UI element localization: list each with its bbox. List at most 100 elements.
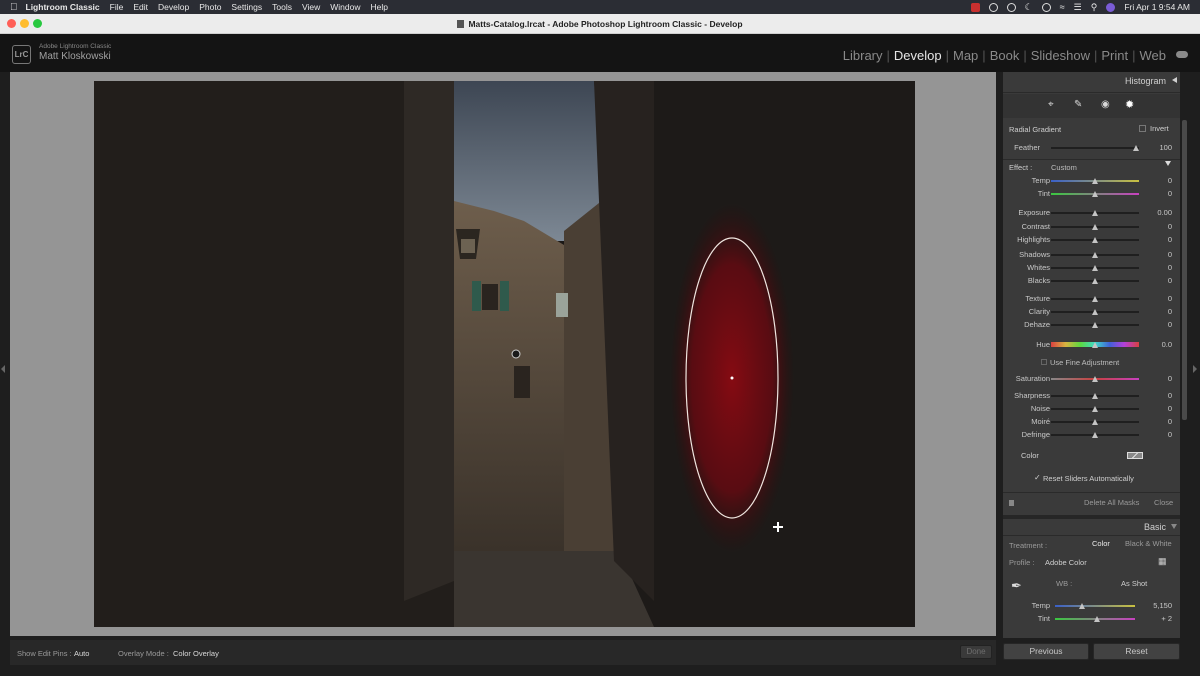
module-library[interactable]: Library (839, 48, 887, 63)
overlay-mode-select[interactable]: Color Overlay (173, 649, 219, 658)
profile-select[interactable]: Adobe Color (1045, 558, 1087, 567)
slider-thumb[interactable] (1092, 419, 1098, 425)
invert-checkbox[interactable] (1139, 125, 1146, 132)
slider-value[interactable]: 0 (1168, 176, 1172, 185)
creative-cloud-icon[interactable] (988, 2, 998, 12)
hue-value[interactable]: 0.0 (1162, 340, 1172, 349)
menu-window[interactable]: Window (330, 2, 360, 12)
close-mask-panel-button[interactable]: Close (1154, 498, 1173, 507)
cloud-sync-icon[interactable] (1176, 51, 1188, 58)
apple-icon[interactable]:  (10, 2, 18, 13)
slider-value[interactable]: 0 (1168, 276, 1172, 285)
left-panel-toggle-icon[interactable] (1, 365, 5, 373)
module-map[interactable]: Map (949, 48, 982, 63)
mask-toggle-icon[interactable] (1009, 500, 1014, 506)
basic-tint-value[interactable]: + 2 (1161, 614, 1172, 623)
feather-value[interactable]: 100 (1159, 143, 1172, 152)
slider-value[interactable]: 0 (1168, 235, 1172, 244)
control-center-icon[interactable]: ☰ (1074, 2, 1082, 13)
slider-thumb[interactable] (1092, 237, 1098, 243)
histogram-collapse-icon[interactable] (1172, 77, 1177, 83)
basic-temp-value[interactable]: 5,150 (1153, 601, 1172, 610)
slider-thumb[interactable] (1092, 342, 1098, 348)
slider-thumb[interactable] (1092, 191, 1098, 197)
wifi-icon[interactable]: ≈ (1060, 2, 1065, 12)
basic-collapse-icon[interactable] (1171, 524, 1177, 529)
menu-settings[interactable]: Settings (231, 2, 262, 12)
basic-temp-slider[interactable]: Temp 5,150 (1003, 600, 1180, 612)
slider-value[interactable]: 0 (1168, 307, 1172, 316)
slider-dehaze[interactable]: Dehaze 0 (1003, 319, 1180, 331)
delete-all-masks-button[interactable]: Delete All Masks (1084, 498, 1139, 507)
panel-scrollbar[interactable] (1182, 120, 1187, 420)
slider-thumb[interactable] (1092, 178, 1098, 184)
slider-highlights[interactable]: Highlights 0 (1003, 234, 1180, 246)
siri-icon[interactable] (1106, 2, 1116, 12)
module-print[interactable]: Print (1097, 48, 1132, 63)
slider-saturation[interactable]: Saturation 0 (1003, 373, 1180, 385)
slider-shadows[interactable]: Shadows 0 (1003, 249, 1180, 261)
slider-value[interactable]: 0 (1168, 320, 1172, 329)
slider-thumb[interactable] (1092, 252, 1098, 258)
slider-thumb[interactable] (1094, 616, 1100, 622)
menu-file[interactable]: File (110, 2, 124, 12)
basic-tint-slider[interactable]: Tint + 2 (1003, 613, 1180, 625)
slider-value[interactable]: 0 (1168, 417, 1172, 426)
slider-blacks[interactable]: Blacks 0 (1003, 275, 1180, 287)
user-icon[interactable] (1041, 2, 1051, 12)
hue-slider[interactable]: Hue 0.0 (1003, 339, 1180, 351)
module-develop[interactable]: Develop (890, 48, 946, 63)
treatment-color-option[interactable]: Color (1092, 539, 1110, 548)
slider-thumb[interactable] (1092, 376, 1098, 382)
slider-value[interactable]: 0.00 (1157, 208, 1172, 217)
show-edit-pins-select[interactable]: Auto (74, 649, 89, 658)
moon-icon[interactable]: ☾ (1025, 2, 1033, 13)
slider-value[interactable]: 0 (1168, 222, 1172, 231)
previous-button[interactable]: Previous (1003, 643, 1089, 660)
menu-help[interactable]: Help (371, 2, 388, 12)
treatment-bw-option[interactable]: Black & White (1125, 539, 1172, 548)
slider-value[interactable]: 0 (1168, 294, 1172, 303)
module-book[interactable]: Book (986, 48, 1024, 63)
slider-thumb[interactable] (1092, 322, 1098, 328)
slider-thumb[interactable] (1092, 393, 1098, 399)
record-icon[interactable] (970, 2, 980, 12)
target-icon[interactable] (1006, 2, 1016, 12)
slider-value[interactable]: 0 (1168, 430, 1172, 439)
slider-track[interactable] (1051, 147, 1139, 149)
reset-sliders-label[interactable]: Reset Sliders Automatically (1043, 474, 1134, 483)
effect-preset-select[interactable]: Custom (1051, 163, 1077, 172)
slider-value[interactable]: 0 (1168, 263, 1172, 272)
slider-thumb[interactable] (1092, 432, 1098, 438)
slider-temp[interactable]: Temp 0 (1003, 175, 1180, 187)
fine-adjust-checkbox[interactable] (1041, 359, 1047, 365)
slider-sharpness[interactable]: Sharpness 0 (1003, 390, 1180, 402)
crop-tool-icon[interactable]: ⌖ (1048, 99, 1054, 110)
photo[interactable] (94, 81, 915, 627)
red-eye-tool-icon[interactable]: ◉ (1101, 99, 1110, 110)
menu-tools[interactable]: Tools (272, 2, 292, 12)
slider-thumb[interactable] (1092, 406, 1098, 412)
slider-clarity[interactable]: Clarity 0 (1003, 306, 1180, 318)
module-web[interactable]: Web (1136, 48, 1171, 63)
slider-thumb[interactable] (1092, 309, 1098, 315)
wb-select[interactable]: As Shot (1121, 579, 1147, 588)
healing-tool-icon[interactable]: ✎ (1074, 99, 1082, 110)
slider-thumb[interactable] (1079, 603, 1085, 609)
slider-thumb[interactable] (1133, 145, 1139, 151)
slider-whites[interactable]: Whites 0 (1003, 262, 1180, 274)
slider-contrast[interactable]: Contrast 0 (1003, 221, 1180, 233)
slider-noise[interactable]: Noise 0 (1003, 403, 1180, 415)
histogram-header[interactable]: Histogram (1125, 76, 1166, 86)
slider-value[interactable]: 0 (1168, 404, 1172, 413)
menu-develop[interactable]: Develop (158, 2, 189, 12)
feather-slider[interactable]: Feather 100 (1003, 142, 1180, 154)
checkmark-icon[interactable]: ✓ (1034, 473, 1041, 482)
menu-photo[interactable]: Photo (199, 2, 221, 12)
slider-value[interactable]: 0 (1168, 374, 1172, 383)
image-canvas[interactable] (10, 72, 996, 636)
slider-value[interactable]: 0 (1168, 189, 1172, 198)
slider-value[interactable]: 0 (1168, 391, 1172, 400)
masking-tool-icon[interactable]: ✹ (1125, 98, 1134, 111)
slider-tint[interactable]: Tint 0 (1003, 188, 1180, 200)
